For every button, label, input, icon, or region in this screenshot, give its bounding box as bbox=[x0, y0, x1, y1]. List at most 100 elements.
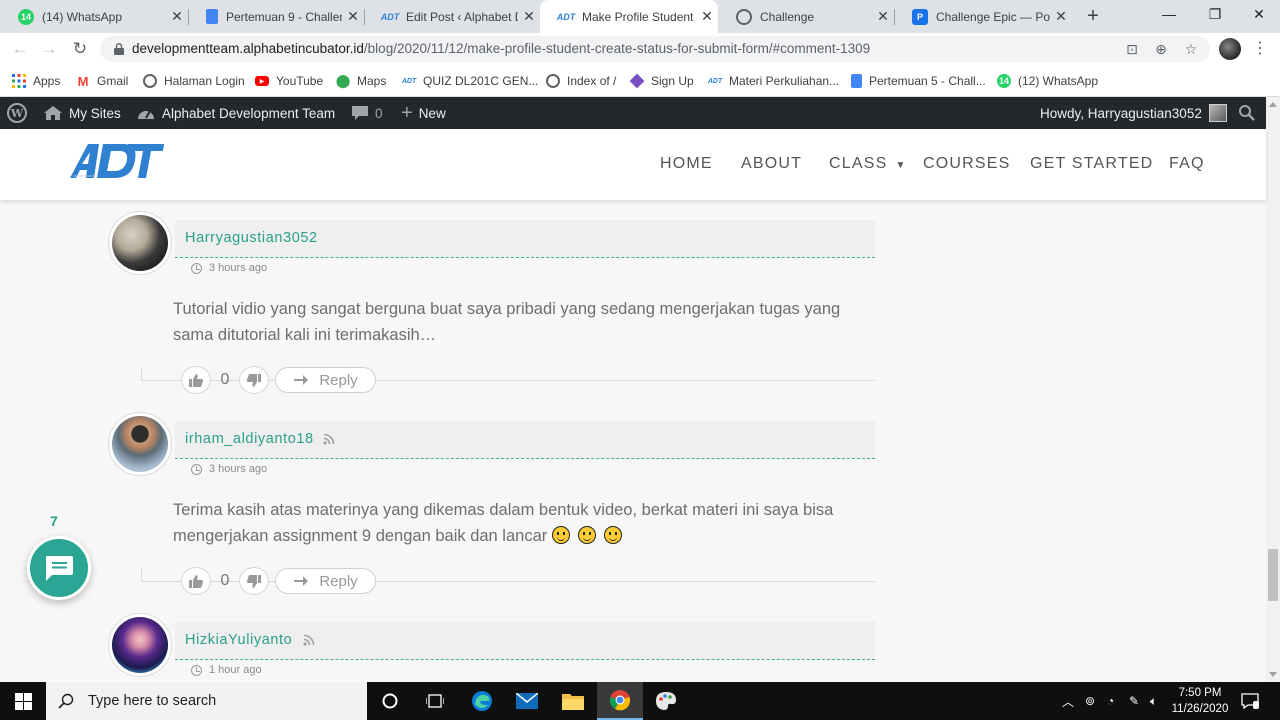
tray-network[interactable]: ◔ bbox=[1107, 682, 1114, 720]
comment-timestamp[interactable]: 1 hour ago bbox=[191, 664, 262, 676]
bookmark-quiz[interactable]: ADT QUIZ DL201C GEN... bbox=[402, 71, 539, 91]
cortana-button[interactable] bbox=[367, 682, 413, 720]
comment-body: Terima kasih atas materinya yang dikemas… bbox=[173, 497, 863, 549]
bookmark-label: Sign Up bbox=[651, 74, 694, 88]
reload-button[interactable]: ↻ bbox=[68, 37, 92, 61]
new-tab-button[interactable]: + bbox=[1081, 4, 1105, 28]
close-icon[interactable]: ✕ bbox=[1050, 8, 1072, 25]
paint-app[interactable] bbox=[643, 682, 689, 720]
action-center-button[interactable] bbox=[1241, 682, 1259, 720]
comment-author[interactable]: HizkiaYuliyanto bbox=[185, 632, 292, 648]
restore-button[interactable]: ❐ bbox=[1192, 0, 1238, 30]
postman-p-icon: P bbox=[912, 8, 928, 25]
tray-pen[interactable]: ✎ bbox=[1129, 682, 1139, 720]
bookmark-apps[interactable]: Apps bbox=[12, 71, 60, 91]
wp-logo-menu[interactable]: W bbox=[7, 97, 27, 129]
mail-app[interactable] bbox=[504, 682, 550, 720]
comment-bubble-icon bbox=[351, 105, 369, 121]
tab-make-profile[interactable]: ADT Make Profile Student & ✕ bbox=[540, 0, 718, 33]
back-button[interactable]: ← bbox=[8, 37, 32, 61]
nav-faq[interactable]: FAQ bbox=[1169, 155, 1205, 173]
downvote-button[interactable] bbox=[239, 567, 269, 595]
file-explorer-app[interactable] bbox=[550, 682, 596, 720]
address-bar[interactable]: developmentteam.alphabetincubator.id/blo… bbox=[100, 36, 1210, 62]
nav-home[interactable]: HOME bbox=[660, 155, 713, 173]
bookmark-whatsapp[interactable]: 14 (12) WhatsApp bbox=[997, 71, 1098, 91]
tab-edit-post[interactable]: ADT Edit Post ‹ Alphabet De ✕ bbox=[364, 0, 540, 33]
window-close-button[interactable]: ✕ bbox=[1236, 0, 1280, 30]
bookmark-pertemuan-5[interactable]: Pertemuan 5 - Chall... bbox=[851, 71, 986, 91]
caret-down-icon: ▼ bbox=[895, 160, 907, 171]
minimize-button[interactable]: — bbox=[1146, 0, 1192, 30]
bookmark-youtube[interactable]: ▶ YouTube bbox=[255, 71, 323, 91]
bookmark-label: Index of / bbox=[567, 74, 617, 88]
reply-button[interactable]: Reply bbox=[275, 568, 376, 594]
close-icon[interactable]: ✕ bbox=[872, 8, 894, 25]
chrome-menu-icon[interactable]: ⋮ bbox=[1252, 37, 1268, 61]
bookmark-index-of[interactable]: Index of / bbox=[546, 71, 616, 91]
task-view-button[interactable] bbox=[412, 682, 458, 720]
scroll-up-arrow[interactable] bbox=[1269, 102, 1277, 107]
nav-get-started[interactable]: GET STARTED bbox=[1030, 155, 1153, 173]
bookmark-sign-up[interactable]: Sign Up bbox=[629, 71, 694, 91]
reply-button[interactable]: Reply bbox=[275, 367, 376, 393]
nav-courses[interactable]: COURSES bbox=[923, 155, 1011, 173]
taskbar-clock[interactable]: 7:50 PM 11/26/2020 bbox=[1168, 685, 1232, 717]
bookmark-gmail[interactable]: M Gmail bbox=[76, 71, 129, 91]
comment-timestamp[interactable]: 3 hours ago bbox=[191, 463, 267, 475]
howdy-label: Howdy, Harryagustian3052 bbox=[1040, 105, 1202, 121]
close-icon[interactable]: ✕ bbox=[518, 8, 540, 25]
bookmark-maps[interactable]: ⬤ Maps bbox=[336, 71, 387, 91]
nav-about[interactable]: ABOUT bbox=[741, 155, 802, 173]
downvote-button[interactable] bbox=[239, 366, 269, 394]
upvote-button[interactable] bbox=[181, 567, 211, 595]
bookmark-materi[interactable]: ADT Materi Perkuliahan... bbox=[708, 71, 839, 91]
scroll-down-arrow[interactable] bbox=[1269, 672, 1277, 677]
profile-avatar[interactable] bbox=[1219, 38, 1241, 60]
globe-icon bbox=[546, 74, 560, 88]
comment-avatar[interactable] bbox=[108, 211, 172, 275]
my-account-menu[interactable]: Howdy, Harryagustian3052 bbox=[1040, 97, 1227, 129]
admin-search[interactable] bbox=[1238, 97, 1256, 129]
comment-actions: 0 Reply bbox=[181, 366, 376, 394]
adt-logo[interactable] bbox=[68, 140, 164, 180]
tab-challenge[interactable]: Challenge ✕ bbox=[718, 0, 894, 33]
nav-class-label: CLASS bbox=[829, 155, 888, 172]
tray-overflow[interactable]: ︿ bbox=[1062, 682, 1074, 720]
close-icon[interactable]: ✕ bbox=[166, 8, 188, 25]
bookmark-star-icon[interactable]: ☆ bbox=[1181, 40, 1201, 58]
tray-volume[interactable]: 🔈︎ bbox=[1150, 682, 1157, 720]
comment-author[interactable]: Harryagustian3052 bbox=[185, 230, 318, 246]
comment-author[interactable]: irham_aldiyanto18 bbox=[185, 431, 314, 447]
comment-avatar[interactable] bbox=[108, 613, 172, 677]
scrollbar-thumb[interactable] bbox=[1268, 549, 1278, 601]
comment-timestamp[interactable]: 3 hours ago bbox=[191, 262, 267, 274]
upvote-button[interactable] bbox=[181, 366, 211, 394]
tab-whatsapp[interactable]: 14 (14) WhatsApp ✕ bbox=[0, 0, 188, 33]
zoom-icon[interactable]: ⊕ bbox=[1151, 40, 1171, 58]
new-content-menu[interactable]: + New bbox=[401, 97, 446, 129]
rss-icon[interactable] bbox=[303, 634, 315, 646]
comment-avatar[interactable] bbox=[108, 412, 172, 476]
chat-widget-button[interactable] bbox=[27, 536, 91, 600]
chrome-app[interactable] bbox=[597, 682, 643, 720]
page-scrollbar[interactable] bbox=[1266, 97, 1280, 682]
start-button[interactable] bbox=[0, 682, 46, 720]
site-name-menu[interactable]: Alphabet Development Team bbox=[136, 97, 335, 129]
rss-icon[interactable] bbox=[323, 433, 335, 445]
comments-menu[interactable]: 0 bbox=[351, 97, 383, 129]
nav-class[interactable]: CLASS ▼ bbox=[829, 155, 907, 173]
close-icon[interactable]: ✕ bbox=[342, 8, 364, 25]
tray-meet-now[interactable]: ⊚ bbox=[1085, 682, 1095, 720]
tab-challenge-epic[interactable]: P Challenge Epic — Postin ✕ bbox=[894, 0, 1072, 33]
translate-icon[interactable]: ⊡ bbox=[1122, 40, 1142, 58]
bookmark-halaman-login[interactable]: Halaman Login bbox=[143, 71, 245, 91]
tab-title: Make Profile Student & bbox=[582, 9, 696, 24]
forward-button[interactable]: → bbox=[37, 37, 61, 61]
my-sites-menu[interactable]: My Sites bbox=[43, 97, 121, 129]
taskbar-search[interactable]: Type here to search bbox=[46, 682, 367, 720]
edge-app[interactable] bbox=[459, 682, 505, 720]
tab-pertemuan-9[interactable]: Pertemuan 9 - Challeng ✕ bbox=[188, 0, 364, 33]
close-icon[interactable]: ✕ bbox=[696, 8, 718, 25]
reply-label: Reply bbox=[319, 572, 358, 590]
